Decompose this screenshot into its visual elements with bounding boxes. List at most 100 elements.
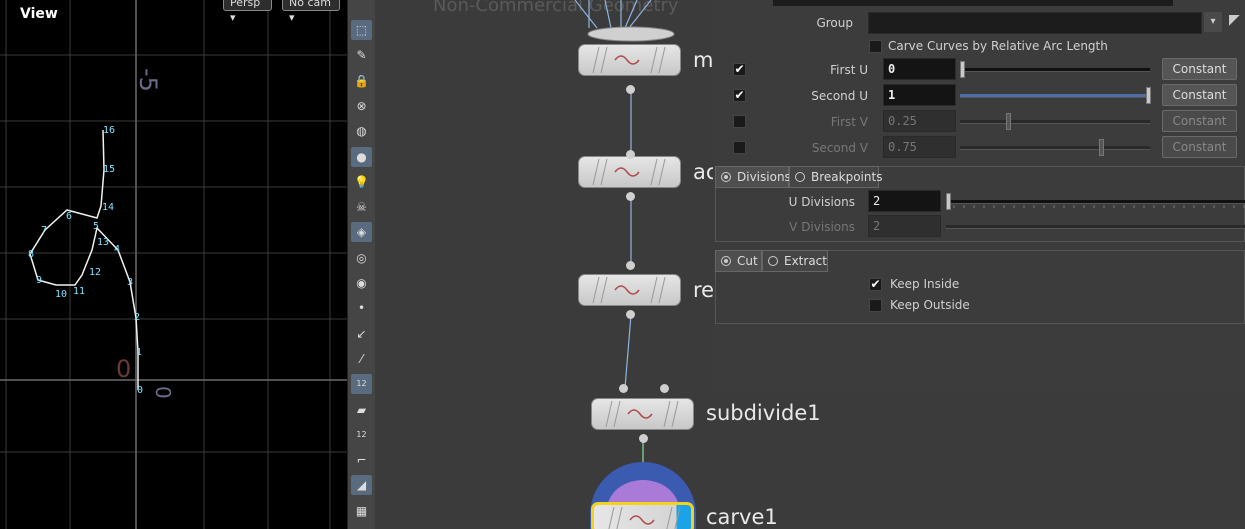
first-v-slider-handle[interactable] xyxy=(1006,113,1011,130)
node-merge[interactable] xyxy=(578,44,681,76)
point-number-label: 2 xyxy=(134,312,140,323)
second-v-mode-button[interactable]: Constant xyxy=(1162,136,1237,158)
camera-icon[interactable]: ◎ xyxy=(351,248,372,268)
viewport-title: View xyxy=(20,6,58,22)
node-output-dot[interactable] xyxy=(626,310,635,319)
scene-viewport[interactable]: 0 1 2 3 4 5 6 7 8 9 10 11 12 13 14 15 16 -5 0 0 View Per… xyxy=(0,0,347,529)
radio-breakpoints[interactable] xyxy=(795,172,805,182)
first-v-label: First V xyxy=(830,115,868,129)
second-v-field[interactable]: 0.75 xyxy=(883,136,956,158)
keep-inside-label: Keep Inside xyxy=(890,277,960,291)
point-number-label: 12 xyxy=(89,267,101,278)
point-icon[interactable]: • xyxy=(351,298,372,318)
point-number-label: 9 xyxy=(36,275,42,286)
point-number-label: 0 xyxy=(137,385,143,396)
v-divisions-slider[interactable] xyxy=(946,225,1245,229)
second-v-label: Second V xyxy=(811,141,868,155)
point-number-icon[interactable]: 12 xyxy=(351,374,372,395)
skull-icon[interactable]: ☠ xyxy=(351,197,372,217)
second-u-field[interactable]: 1 xyxy=(883,84,956,106)
first-v-checkbox[interactable] xyxy=(733,115,746,128)
prim-icon[interactable]: ▰ xyxy=(351,400,372,420)
vector-icon[interactable]: ↙ xyxy=(351,324,372,344)
node-stripes xyxy=(592,46,666,74)
node-carve[interactable] xyxy=(591,502,694,529)
texture-icon[interactable]: ▦ xyxy=(351,501,372,521)
radio-divisions[interactable] xyxy=(721,172,731,182)
point-number-label: 10 xyxy=(55,289,67,300)
second-u-slider[interactable] xyxy=(960,94,1150,98)
light-icon[interactable]: ● xyxy=(351,146,372,167)
node-input-dot[interactable] xyxy=(660,384,669,393)
ghost-icon[interactable]: ⊗ xyxy=(351,96,372,116)
tab-cut-label: Cut xyxy=(737,254,758,268)
first-u-checkbox[interactable]: ✔ xyxy=(733,63,746,76)
keep-outside-label: Keep Outside xyxy=(890,298,970,312)
second-u-checkbox[interactable]: ✔ xyxy=(733,89,746,102)
u-divisions-field[interactable]: 2 xyxy=(868,190,941,212)
v-divisions-field[interactable]: 2 xyxy=(868,215,941,237)
camera2-icon[interactable]: ◉ xyxy=(351,273,372,293)
display-options-icon[interactable]: ✎ xyxy=(351,45,372,65)
first-v-mode-button[interactable]: Constant xyxy=(1162,110,1237,132)
node-curve[interactable] xyxy=(578,156,681,188)
keep-outside-checkbox[interactable] xyxy=(869,299,882,312)
first-u-field[interactable]: 0 xyxy=(883,58,956,80)
node-resample[interactable] xyxy=(578,274,681,306)
prim-number-icon[interactable]: 12 xyxy=(351,425,372,445)
node-input-dot[interactable] xyxy=(626,150,635,159)
lock-icon[interactable]: 🔒 xyxy=(351,71,372,91)
bulb-icon[interactable]: 💡 xyxy=(351,172,372,192)
node-output-dot[interactable] xyxy=(626,192,635,201)
u-divisions-slider[interactable] xyxy=(946,200,1245,204)
axis-mark-origin: 0 xyxy=(116,355,131,383)
group-label: Group xyxy=(816,16,853,30)
camera-menu[interactable]: No cam ▾ xyxy=(282,0,340,24)
first-u-slider[interactable] xyxy=(960,68,1150,72)
first-v-field[interactable]: 0.25 xyxy=(883,110,956,132)
second-u-slider-handle[interactable] xyxy=(1146,87,1151,104)
group-field[interactable] xyxy=(868,12,1202,34)
group-select-arrow-icon[interactable]: ◤ xyxy=(1229,12,1240,28)
second-v-slider-handle[interactable] xyxy=(1099,139,1104,156)
point-number-label: 11 xyxy=(73,286,85,297)
u-divisions-slider-handle[interactable] xyxy=(946,193,951,210)
shade-icon[interactable]: ◍ xyxy=(351,121,372,141)
first-u-slider-handle[interactable] xyxy=(960,61,965,78)
first-v-slider[interactable] xyxy=(960,120,1150,124)
node-stripes xyxy=(608,506,681,529)
node-label-resample: re xyxy=(693,278,715,302)
radio-extract[interactable] xyxy=(768,256,778,266)
point-number-label: 5 xyxy=(93,221,99,232)
tab-breakpoints[interactable]: Breakpoints xyxy=(789,166,882,188)
radio-cut[interactable] xyxy=(721,256,731,266)
carve-arc-checkbox[interactable] xyxy=(869,40,882,53)
wireframe-icon[interactable]: ◈ xyxy=(351,222,372,243)
tab-cut[interactable]: Cut xyxy=(715,250,762,272)
node-output-dot[interactable] xyxy=(639,434,648,443)
keep-inside-checkbox[interactable]: ✔ xyxy=(869,278,882,291)
persp-menu[interactable]: Persp ▾ xyxy=(223,0,272,24)
node-input-dot[interactable] xyxy=(626,261,635,270)
node-stripes xyxy=(592,158,666,186)
first-u-mode-button[interactable]: Constant xyxy=(1162,58,1237,80)
first-u-label: First U xyxy=(830,63,868,77)
second-v-slider[interactable] xyxy=(960,146,1150,150)
tab-divisions[interactable]: Divisions xyxy=(715,166,791,188)
second-v-checkbox[interactable] xyxy=(733,141,746,154)
viewport-canvas[interactable]: 012345678910 111213141516 -5 0 0 xyxy=(0,0,347,529)
normal-icon[interactable]: ⁄ xyxy=(351,349,372,369)
select-mode-icon[interactable]: ⬚ xyxy=(351,20,372,40)
tab-extract[interactable]: Extract xyxy=(762,250,828,272)
second-u-mode-button[interactable]: Constant xyxy=(1162,84,1237,106)
group-dropdown-icon[interactable]: ▾ xyxy=(1204,12,1222,32)
node-input-dot[interactable] xyxy=(619,384,628,393)
panel-header-strip xyxy=(773,0,1173,6)
snap-icon[interactable]: ◢ xyxy=(351,475,372,496)
node-subdivide[interactable] xyxy=(591,398,694,430)
point-number-label: 3 xyxy=(127,277,133,288)
parameter-panel: Group ▾ ◤ Carve Curves by Relative Arc L… xyxy=(713,0,1245,394)
node-label-carve: carve1 xyxy=(706,505,778,529)
node-output-dot[interactable] xyxy=(626,85,635,94)
uv-icon[interactable]: ⌐ xyxy=(351,450,372,470)
